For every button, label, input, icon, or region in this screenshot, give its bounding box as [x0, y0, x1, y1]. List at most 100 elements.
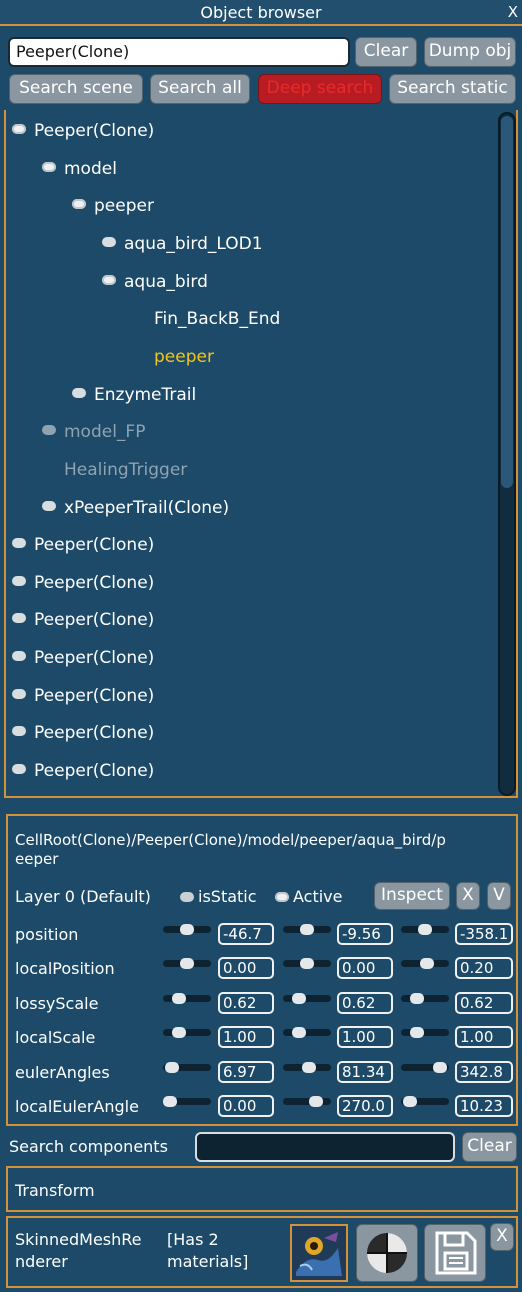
slider-knob[interactable] — [309, 1096, 323, 1107]
tree-node[interactable]: aqua_bird — [102, 271, 208, 293]
search-static-button[interactable]: Search static — [389, 74, 516, 104]
tree-node-active-checkbox[interactable] — [42, 501, 56, 511]
slider-knob[interactable] — [292, 1027, 306, 1038]
value-slider[interactable] — [401, 993, 449, 1004]
value-slider[interactable] — [401, 1062, 449, 1073]
inspect-button[interactable]: Inspect — [374, 882, 450, 910]
tree-node[interactable]: peeper — [132, 346, 214, 368]
value-slider[interactable] — [163, 1027, 211, 1038]
tree-node[interactable]: EnzymeTrail — [72, 384, 196, 406]
texture-preview-icon[interactable] — [290, 1224, 348, 1282]
transform-component[interactable]: Transform — [6, 1166, 518, 1212]
value-slider[interactable] — [163, 1062, 211, 1073]
tree-node[interactable]: Peeper(Clone) — [12, 572, 154, 594]
value-slider[interactable] — [283, 958, 331, 969]
tree-node-active-checkbox[interactable] — [12, 726, 26, 736]
hierarchy-scrollbar[interactable] — [498, 112, 516, 796]
tree-node-active-checkbox[interactable] — [12, 613, 26, 623]
tree-node-active-checkbox[interactable] — [12, 764, 26, 774]
tree-node-active-checkbox[interactable] — [12, 124, 26, 134]
slider-knob[interactable] — [410, 1027, 424, 1038]
close-inspector-button[interactable]: X — [456, 882, 480, 910]
tree-node-active-checkbox[interactable] — [12, 689, 26, 699]
value-field[interactable]: 1.00 — [337, 1026, 393, 1048]
tree-node-active-checkbox[interactable] — [42, 162, 56, 172]
remove-component-button[interactable]: X — [490, 1223, 514, 1251]
value-field[interactable]: 0.62 — [455, 992, 513, 1014]
tree-node[interactable]: Fin_BackB_End — [132, 308, 280, 330]
tree-node[interactable]: HealingTrigger — [42, 459, 187, 481]
tree-node-active-checkbox[interactable] — [42, 425, 56, 435]
window-close-button[interactable]: X — [508, 0, 518, 24]
slider-knob[interactable] — [163, 1096, 177, 1107]
value-slider[interactable] — [283, 993, 331, 1004]
tree-node-active-checkbox[interactable] — [102, 237, 116, 247]
tree-node-active-checkbox[interactable] — [12, 576, 26, 586]
tree-node[interactable]: aqua_bird_LOD1 — [102, 233, 263, 255]
slider-knob[interactable] — [403, 1096, 417, 1107]
value-field[interactable]: 342.8 — [455, 1061, 513, 1083]
slider-knob[interactable] — [433, 1062, 447, 1073]
scrollbar-thumb[interactable] — [501, 116, 513, 488]
clear-button[interactable]: Clear — [355, 37, 417, 67]
value-field[interactable]: 1.00 — [455, 1026, 513, 1048]
tree-node[interactable]: Peeper(Clone) — [12, 685, 154, 707]
active-toggle[interactable]: Active — [275, 887, 343, 907]
save-button[interactable] — [424, 1224, 486, 1282]
value-field[interactable]: -358.1 — [455, 923, 513, 945]
slider-knob[interactable] — [418, 924, 432, 935]
is-static-checkbox[interactable] — [180, 892, 194, 902]
value-field[interactable]: -9.56 — [337, 923, 393, 945]
slider-knob[interactable] — [172, 1027, 186, 1038]
value-slider[interactable] — [163, 958, 211, 969]
value-slider[interactable] — [163, 1096, 211, 1107]
value-field[interactable]: 81.34 — [337, 1061, 393, 1083]
value-slider[interactable] — [283, 1027, 331, 1038]
value-slider[interactable] — [283, 1062, 331, 1073]
tree-node-active-checkbox[interactable] — [102, 275, 116, 285]
value-field[interactable]: 0.00 — [218, 957, 274, 979]
value-field[interactable]: 0.62 — [337, 992, 393, 1014]
value-slider[interactable] — [163, 924, 211, 935]
tree-node[interactable]: Peeper(Clone) — [12, 120, 154, 142]
slider-knob[interactable] — [180, 924, 194, 935]
tree-node-active-checkbox[interactable] — [72, 199, 86, 209]
value-field[interactable]: 0.00 — [337, 957, 393, 979]
tree-node[interactable]: Peeper(Clone) — [12, 647, 154, 669]
slider-knob[interactable] — [410, 993, 424, 1004]
slider-knob[interactable] — [420, 958, 434, 969]
is-static-toggle[interactable]: isStatic — [180, 887, 257, 907]
value-slider[interactable] — [401, 1027, 449, 1038]
value-slider[interactable] — [401, 924, 449, 935]
value-field[interactable]: 1.00 — [218, 1026, 274, 1048]
value-slider[interactable] — [163, 993, 211, 1004]
search-all-button[interactable]: Search all — [150, 74, 250, 104]
value-slider[interactable] — [401, 1096, 449, 1107]
value-field[interactable]: 0.62 — [218, 992, 274, 1014]
value-field[interactable]: 6.97 — [218, 1061, 274, 1083]
tree-node-active-checkbox[interactable] — [12, 538, 26, 548]
active-checkbox[interactable] — [275, 892, 289, 902]
slider-knob[interactable] — [292, 993, 306, 1004]
slider-knob[interactable] — [300, 958, 314, 969]
value-slider[interactable] — [283, 924, 331, 935]
value-field[interactable]: 10.23 — [455, 1095, 513, 1117]
deep-search-button[interactable]: Deep search — [258, 74, 382, 104]
view-button[interactable]: V — [487, 882, 511, 910]
search-scene-button[interactable]: Search scene — [9, 74, 143, 104]
tree-node[interactable]: Peeper(Clone) — [12, 722, 154, 744]
value-slider[interactable] — [401, 958, 449, 969]
slider-knob[interactable] — [172, 993, 186, 1004]
tree-node[interactable]: Peeper(Clone) — [12, 534, 154, 556]
search-input[interactable]: Peeper(Clone) — [8, 37, 350, 67]
value-slider[interactable] — [283, 1096, 331, 1107]
value-field[interactable]: -46.7 — [218, 923, 274, 945]
slider-knob[interactable] — [180, 958, 194, 969]
tree-node[interactable]: Peeper(Clone) — [12, 760, 154, 782]
value-field[interactable]: 270.0 — [337, 1095, 393, 1117]
value-field[interactable]: 0.00 — [218, 1095, 274, 1117]
clear-components-button[interactable]: Clear — [462, 1132, 517, 1162]
value-field[interactable]: 0.20 — [455, 957, 513, 979]
slider-knob[interactable] — [300, 924, 314, 935]
tree-node[interactable]: xPeeperTrail(Clone) — [42, 497, 229, 519]
